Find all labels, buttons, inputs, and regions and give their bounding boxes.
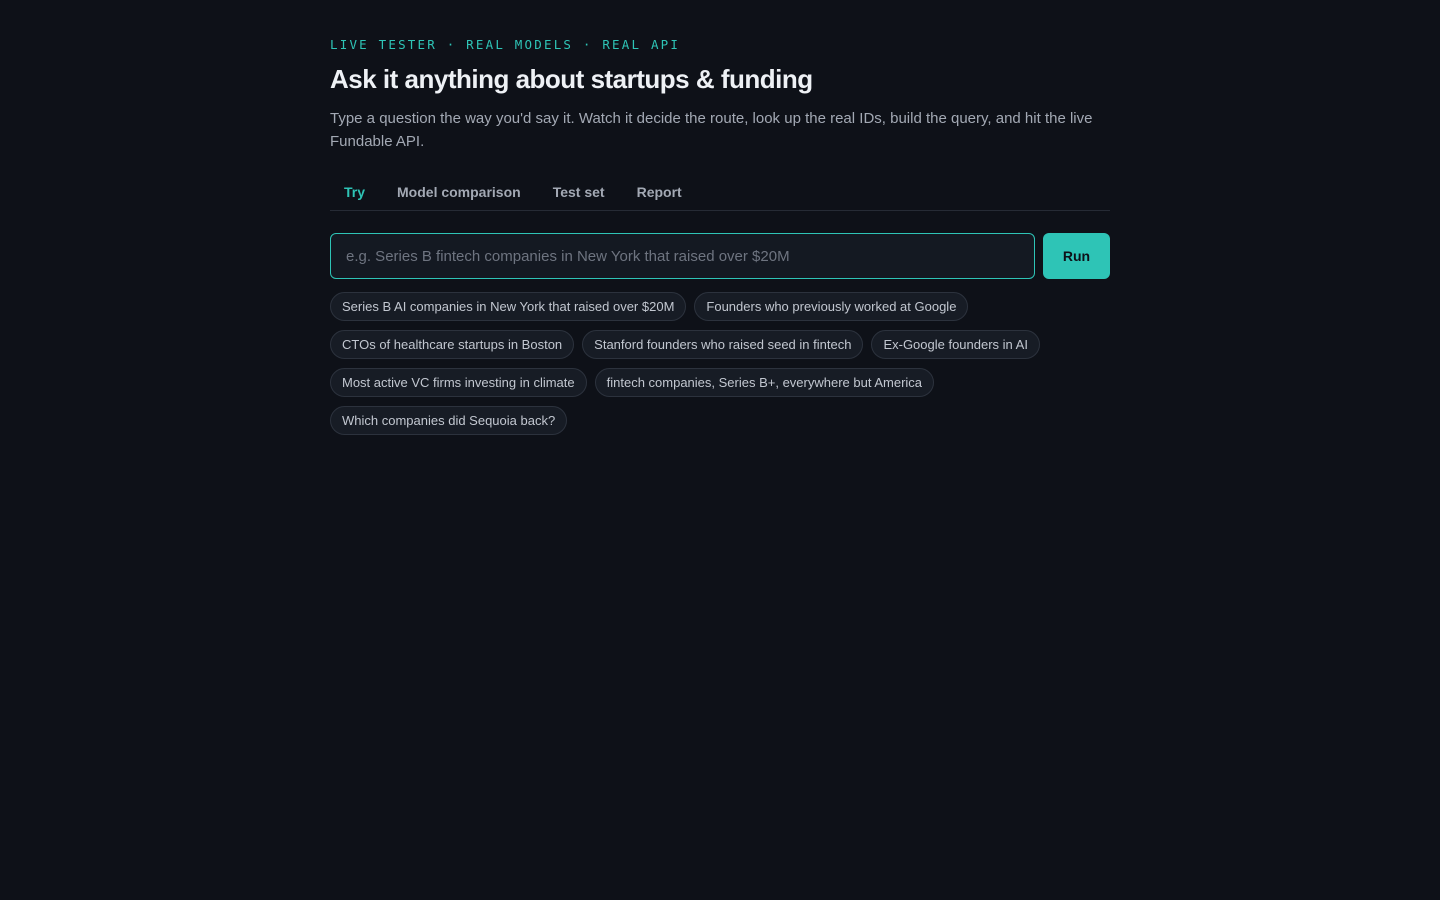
tab-bar: Try Model comparison Test set Report <box>330 174 1110 211</box>
page-subtitle: Type a question the way you'd say it. Wa… <box>330 110 1093 150</box>
suggestion-chip[interactable]: fintech companies, Series B+, everywhere… <box>594 368 935 397</box>
question-input[interactable] <box>330 233 1035 279</box>
tab-model-comparison[interactable]: Model comparison <box>381 174 537 210</box>
query-row: Run <box>330 233 1110 279</box>
suggestion-chip[interactable]: Stanford founders who raised seed in fin… <box>582 330 864 359</box>
run-button[interactable]: Run <box>1043 233 1110 279</box>
suggestion-chip[interactable]: Founders who previously worked at Google <box>694 292 969 321</box>
suggestion-chip[interactable]: Most active VC firms investing in climat… <box>330 368 587 397</box>
suggestion-chip[interactable]: Which companies did Sequoia back? <box>330 406 568 435</box>
eyebrow-label: LIVE TESTER · REAL MODELS · REAL API <box>330 37 681 52</box>
suggestion-chips: Series B AI companies in New York that r… <box>330 292 1110 435</box>
tab-report[interactable]: Report <box>621 174 698 210</box>
tab-try[interactable]: Try <box>330 174 381 210</box>
suggestion-chip[interactable]: Ex-Google founders in AI <box>871 330 1040 359</box>
tab-test-set[interactable]: Test set <box>537 174 621 210</box>
suggestion-chip[interactable]: Series B AI companies in New York that r… <box>330 292 687 321</box>
suggestion-chip[interactable]: CTOs of healthcare startups in Boston <box>330 330 575 359</box>
page-title: Ask it anything about startups & funding <box>330 64 813 94</box>
